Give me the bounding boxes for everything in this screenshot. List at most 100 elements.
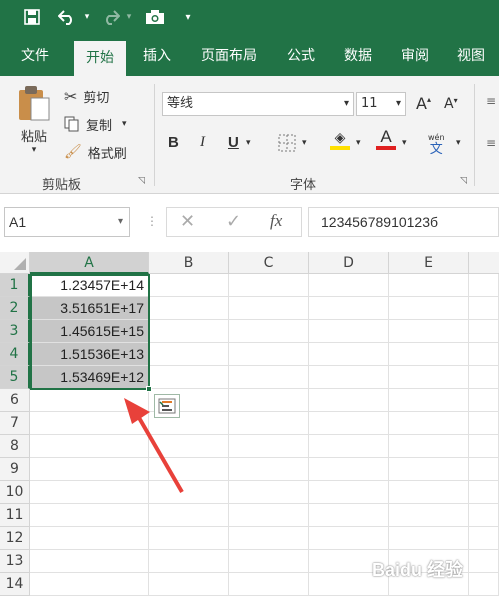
cut-button[interactable]: ✂ 剪切 <box>64 86 109 106</box>
cell[interactable] <box>389 366 469 389</box>
cell[interactable] <box>469 504 499 527</box>
cell[interactable] <box>469 274 499 297</box>
tab-formulas[interactable]: 公式 <box>276 36 326 76</box>
tab-insert[interactable]: 插入 <box>132 36 182 76</box>
font-color-dropdown-icon[interactable]: ▾ <box>402 138 407 148</box>
cell[interactable] <box>469 458 499 481</box>
cell[interactable] <box>149 366 229 389</box>
formula-input[interactable]: 12345678910123б <box>308 207 499 237</box>
row-header[interactable]: 7 <box>0 412 30 435</box>
cell[interactable] <box>149 550 229 573</box>
row-header[interactable]: 3 <box>0 320 30 343</box>
row-header[interactable]: 2 <box>0 297 30 320</box>
tab-data[interactable]: 数据 <box>332 36 384 76</box>
cell[interactable] <box>389 412 469 435</box>
row-header[interactable]: 12 <box>0 527 30 550</box>
cell[interactable] <box>469 481 499 504</box>
column-header-d[interactable]: D <box>309 252 389 274</box>
align-icon-2[interactable]: ≡ <box>486 136 496 150</box>
row-header[interactable]: 13 <box>0 550 30 573</box>
cell[interactable] <box>309 458 389 481</box>
phonetic-dropdown-icon[interactable]: ▾ <box>456 138 461 148</box>
cell[interactable] <box>309 320 389 343</box>
fill-handle[interactable] <box>146 386 152 392</box>
cell[interactable] <box>309 504 389 527</box>
bold-button[interactable]: B <box>168 134 179 151</box>
cell[interactable] <box>469 412 499 435</box>
column-header-c[interactable]: C <box>229 252 309 274</box>
cell[interactable]: 1.53469E+12 <box>30 366 149 389</box>
font-name-select[interactable]: 等线 ▾ <box>162 92 354 116</box>
cell[interactable] <box>149 320 229 343</box>
cell[interactable] <box>149 297 229 320</box>
column-header-f[interactable] <box>469 252 499 274</box>
column-header-b[interactable]: B <box>149 252 229 274</box>
align-icon[interactable]: ≡ <box>486 94 496 108</box>
cell[interactable] <box>309 297 389 320</box>
cell[interactable] <box>389 527 469 550</box>
cell[interactable] <box>469 389 499 412</box>
cell[interactable] <box>469 320 499 343</box>
cell[interactable] <box>309 343 389 366</box>
cell[interactable] <box>309 412 389 435</box>
fill-color-dropdown-icon[interactable]: ▾ <box>356 138 361 148</box>
cell[interactable] <box>30 573 149 596</box>
font-color-button[interactable]: A <box>376 128 396 150</box>
tab-page-layout[interactable]: 页面布局 <box>190 36 268 76</box>
redo-icon[interactable] <box>100 6 122 28</box>
tab-file[interactable]: 文件 <box>6 36 64 76</box>
cell[interactable] <box>469 435 499 458</box>
cell[interactable] <box>229 527 309 550</box>
cell[interactable] <box>309 435 389 458</box>
cell[interactable]: 1.45615E+15 <box>30 320 149 343</box>
cell[interactable] <box>229 481 309 504</box>
tab-review[interactable]: 审阅 <box>390 36 440 76</box>
cell[interactable] <box>309 366 389 389</box>
row-header[interactable]: 14 <box>0 573 30 596</box>
camera-icon[interactable] <box>144 6 166 28</box>
row-header[interactable]: 11 <box>0 504 30 527</box>
clipboard-launcher-icon[interactable]: ◹ <box>138 176 145 186</box>
cell[interactable]: 1.51536E+13 <box>30 343 149 366</box>
cell[interactable] <box>309 527 389 550</box>
cell[interactable] <box>229 435 309 458</box>
cell[interactable] <box>30 550 149 573</box>
cell[interactable] <box>309 274 389 297</box>
shrink-font-button[interactable]: A ▾ <box>444 96 458 113</box>
underline-button[interactable]: U <box>228 134 239 151</box>
save-icon[interactable] <box>22 6 42 28</box>
row-header[interactable]: 5 <box>0 366 30 389</box>
cell[interactable] <box>149 527 229 550</box>
cancel-icon[interactable]: ✕ <box>180 211 195 232</box>
tab-home[interactable]: 开始 <box>74 41 126 76</box>
underline-dropdown-icon[interactable]: ▾ <box>246 138 251 148</box>
redo-dropdown-icon[interactable]: ▾ <box>124 6 134 28</box>
borders-dropdown-icon[interactable]: ▾ <box>302 138 307 148</box>
column-header-e[interactable]: E <box>389 252 469 274</box>
undo-dropdown-icon[interactable]: ▾ <box>82 6 92 28</box>
cell[interactable] <box>229 458 309 481</box>
cell[interactable] <box>229 320 309 343</box>
format-painter-button[interactable]: 🖌 格式刷 <box>64 142 127 162</box>
cell[interactable] <box>229 274 309 297</box>
cell[interactable] <box>389 274 469 297</box>
cell[interactable] <box>469 343 499 366</box>
cell[interactable]: 3.51651E+17 <box>30 297 149 320</box>
row-header[interactable]: 6 <box>0 389 30 412</box>
cell[interactable] <box>149 274 229 297</box>
cell[interactable] <box>469 366 499 389</box>
cell[interactable] <box>389 297 469 320</box>
cell[interactable] <box>389 435 469 458</box>
cell[interactable] <box>30 527 149 550</box>
row-header[interactable]: 10 <box>0 481 30 504</box>
name-box[interactable]: A1 ▾ <box>4 207 130 237</box>
tab-view[interactable]: 视图 <box>446 36 496 76</box>
cell[interactable] <box>229 504 309 527</box>
cell[interactable] <box>469 527 499 550</box>
formula-bar-grip-icon[interactable]: ⋮ <box>146 214 158 228</box>
cell[interactable] <box>229 389 309 412</box>
fill-color-button[interactable]: ◈ <box>330 130 350 150</box>
grow-font-button[interactable]: A ▴ <box>416 94 431 113</box>
cell[interactable] <box>229 297 309 320</box>
cell[interactable] <box>149 573 229 596</box>
